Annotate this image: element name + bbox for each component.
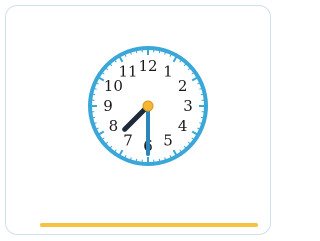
numeral-3: 3	[183, 97, 193, 115]
minute-tick	[135, 158, 138, 162]
numeral-12: 12	[138, 57, 157, 75]
clock-face: 12 1 2 3 4 5 6 7 8 9 10 11	[88, 46, 208, 166]
numeral-1: 1	[163, 62, 173, 80]
minute-tick	[158, 50, 161, 54]
minute-tick	[200, 116, 204, 119]
numeral-8: 8	[109, 117, 119, 135]
minute-tick	[200, 93, 204, 96]
numeral-7: 7	[123, 132, 133, 150]
analog-clock: 12 1 2 3 4 5 6 7 8 9 10 11	[80, 42, 216, 178]
clock-center-pin	[142, 100, 154, 112]
numeral-4: 4	[178, 117, 188, 135]
minute-tick	[92, 116, 96, 119]
minute-tick	[92, 93, 96, 96]
numeral-2: 2	[178, 77, 188, 95]
answer-underline	[40, 223, 258, 227]
question-card: 12 1 2 3 4 5 6 7 8 9 10 11	[5, 5, 271, 235]
minute-tick	[135, 50, 138, 54]
numeral-5: 5	[163, 132, 173, 150]
numeral-9: 9	[103, 97, 113, 115]
numeral-11: 11	[118, 62, 137, 80]
minute-tick	[158, 158, 161, 162]
